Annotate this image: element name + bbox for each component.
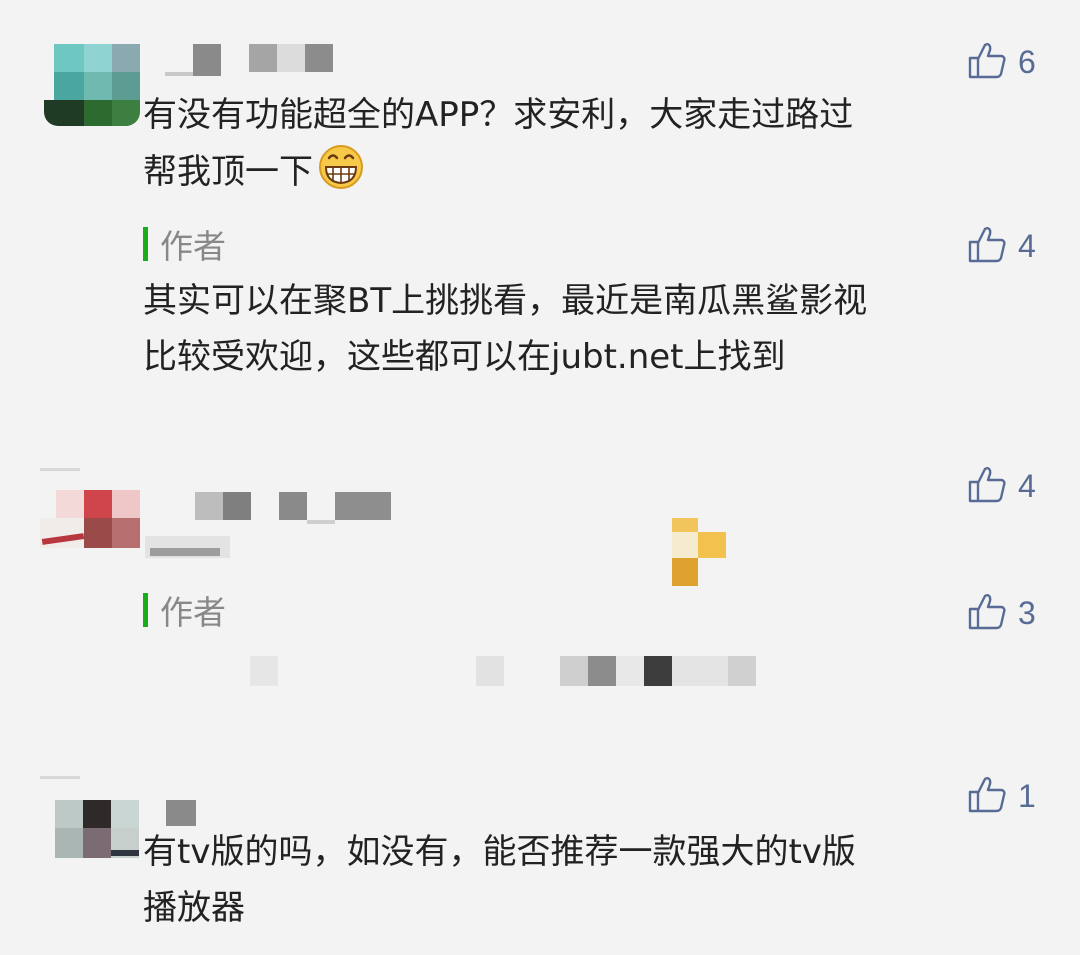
comment-body: 有没有功能超全的APP？求安利，大家走过路过 帮我顶一下 [143,95,854,192]
reply-text-redacted [250,656,770,688]
like-count: 3 [1018,594,1036,631]
author-label: 作者 [160,227,226,266]
like-button[interactable]: 4 [966,222,1036,270]
like-count: 4 [1018,467,1036,504]
grinning-face-icon [317,143,365,191]
author-indicator-bar [143,593,148,627]
like-button[interactable]: 3 [966,589,1036,637]
like-button[interactable]: 6 [966,38,1036,86]
nickname [195,492,395,526]
comment-text: 有没有功能超全的APP？求安利，大家走过路过 帮我顶一下 [143,87,1043,200]
comment-text: 有tv版的吗，如没有，能否推荐一款强大的tv版 播放器 [143,832,856,928]
like-count: 4 [1018,227,1036,264]
avatar[interactable] [40,490,140,556]
avatar[interactable] [40,44,140,126]
author-tag: 作者 [143,590,226,632]
like-count: 6 [1018,43,1036,80]
avatar[interactable] [55,800,140,860]
thumbs-up-icon [966,39,1008,85]
like-count: 1 [1018,777,1036,814]
author-label: 作者 [160,593,226,632]
author-tag: 作者 [143,224,226,266]
like-button[interactable]: 1 [966,772,1036,820]
thumbs-up-icon [966,223,1008,269]
thumbs-up-icon [966,773,1008,819]
nickname [165,44,340,78]
thumbs-up-icon [966,463,1008,509]
reply-text: 其实可以在聚BT上挑挑看，最近是南瓜黑鲨影视 比较受欢迎，这些都可以在jubt.… [143,281,868,377]
author-indicator-bar [143,227,148,261]
thumbs-up-icon [966,590,1008,636]
like-button[interactable]: 4 [966,462,1036,510]
